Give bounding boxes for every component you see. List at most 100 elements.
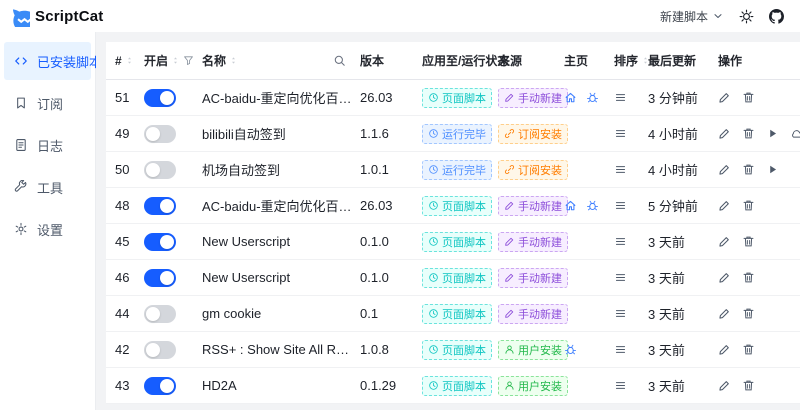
cloud-sync-button[interactable] <box>790 127 800 140</box>
search-icon[interactable] <box>333 54 346 67</box>
drag-handle-icon[interactable] <box>614 343 627 356</box>
source-badge[interactable]: 订阅安装 <box>498 159 568 180</box>
drag-handle-icon[interactable] <box>614 163 627 176</box>
source-badge[interactable]: 订阅安装 <box>498 123 568 144</box>
enable-toggle[interactable] <box>144 340 176 359</box>
column-header-name[interactable]: 名称 <box>198 52 356 69</box>
last-updated[interactable]: 3 天前 <box>644 340 714 359</box>
last-updated[interactable]: 5 分钟前 <box>644 196 714 215</box>
last-updated[interactable]: 3 分钟前 <box>644 88 714 107</box>
sidebar-item-subscriptions[interactable]: 订阅 <box>4 84 91 122</box>
enable-toggle[interactable] <box>144 124 176 143</box>
run-script-button[interactable] <box>766 127 779 140</box>
last-updated[interactable]: 3 天前 <box>644 304 714 323</box>
script-name[interactable]: bilibili自动签到 <box>202 124 286 143</box>
edit-script-button[interactable] <box>718 163 731 176</box>
column-header-enabled[interactable]: 开启 <box>140 52 198 69</box>
source-badge[interactable]: 用户安装 <box>498 339 568 360</box>
new-script-dropdown[interactable]: 新建脚本 <box>660 8 724 25</box>
source-badge[interactable]: 手动新建 <box>498 303 568 324</box>
status-badge[interactable]: 页面脚本 <box>422 267 492 288</box>
script-name[interactable]: HD2A <box>202 378 237 393</box>
last-updated[interactable]: 4 小时前 <box>644 124 714 143</box>
delete-script-button[interactable] <box>742 199 755 212</box>
homepage-links <box>560 343 610 356</box>
drag-handle-icon[interactable] <box>614 127 627 140</box>
last-updated[interactable]: 3 天前 <box>644 232 714 251</box>
column-header-sort[interactable]: 排序 <box>610 52 647 69</box>
status-badge[interactable]: 页面脚本 <box>422 195 492 216</box>
github-icon[interactable] <box>769 8 784 24</box>
bug-link-icon[interactable] <box>586 199 599 212</box>
drag-handle-icon[interactable] <box>614 271 627 284</box>
theme-sun-icon[interactable] <box>739 9 754 24</box>
trash-icon <box>742 235 755 248</box>
source-badge[interactable]: 手动新建 <box>498 267 568 288</box>
enable-toggle[interactable] <box>144 376 176 395</box>
delete-script-button[interactable] <box>742 379 755 392</box>
clock-icon <box>428 236 439 247</box>
run-script-button[interactable] <box>766 163 779 176</box>
delete-script-button[interactable] <box>742 271 755 284</box>
home-link-icon[interactable] <box>564 199 577 212</box>
drag-handle-icon[interactable] <box>614 199 627 212</box>
status-badge[interactable]: 页面脚本 <box>422 87 492 108</box>
sidebar-item-tools[interactable]: 工具 <box>4 168 91 206</box>
script-name[interactable]: New Userscript <box>202 270 290 285</box>
filter-funnel-icon[interactable] <box>183 55 194 66</box>
enable-toggle[interactable] <box>144 232 176 251</box>
enable-toggle[interactable] <box>144 88 176 107</box>
home-link-icon[interactable] <box>564 91 577 104</box>
enable-toggle[interactable] <box>144 160 176 179</box>
last-updated[interactable]: 4 小时前 <box>644 160 714 179</box>
edit-script-button[interactable] <box>718 199 731 212</box>
enable-toggle[interactable] <box>144 268 176 287</box>
script-name[interactable]: AC-baidu-重定向优化百度搜狗谷歌... <box>202 196 352 215</box>
sidebar-item-installed-scripts[interactable]: 已安装脚本 <box>4 42 102 80</box>
delete-script-button[interactable] <box>742 127 755 140</box>
edit-script-button[interactable] <box>718 127 731 140</box>
status-badge[interactable]: 页面脚本 <box>422 375 492 396</box>
enable-toggle[interactable] <box>144 304 176 323</box>
edit-script-button[interactable] <box>718 343 731 356</box>
delete-script-button[interactable] <box>742 343 755 356</box>
source-badge[interactable]: 手动新建 <box>498 195 568 216</box>
enable-toggle[interactable] <box>144 196 176 215</box>
script-name[interactable]: AC-baidu-重定向优化百度搜狗谷歌... <box>202 88 352 107</box>
trash-icon <box>742 199 755 212</box>
homepage-links <box>560 91 610 104</box>
edit-script-button[interactable] <box>718 91 731 104</box>
column-header-id[interactable]: # <box>106 54 140 68</box>
edit-script-button[interactable] <box>718 379 731 392</box>
status-badge[interactable]: 页面脚本 <box>422 231 492 252</box>
drag-handle-icon[interactable] <box>614 91 627 104</box>
sidebar-item-logs[interactable]: 日志 <box>4 126 91 164</box>
script-name[interactable]: RSS+ : Show Site All RSS <box>202 342 352 357</box>
drag-handle-icon[interactable] <box>614 307 627 320</box>
script-name[interactable]: New Userscript <box>202 234 290 249</box>
drag-handle-icon[interactable] <box>614 235 627 248</box>
edit-script-button[interactable] <box>718 271 731 284</box>
script-name[interactable]: gm cookie <box>202 306 261 321</box>
delete-script-button[interactable] <box>742 307 755 320</box>
bug-link-icon[interactable] <box>564 343 577 356</box>
delete-script-button[interactable] <box>742 91 755 104</box>
source-badge[interactable]: 手动新建 <box>498 231 568 252</box>
script-name[interactable]: 机场自动签到 <box>202 160 280 179</box>
sidebar-item-settings[interactable]: 设置 <box>4 210 91 248</box>
status-badge[interactable]: 运行完毕 <box>422 159 492 180</box>
source-badge[interactable]: 手动新建 <box>498 87 568 108</box>
pencil-icon <box>504 200 515 211</box>
last-updated[interactable]: 3 天前 <box>644 268 714 287</box>
delete-script-button[interactable] <box>742 235 755 248</box>
drag-handle-icon[interactable] <box>614 379 627 392</box>
edit-script-button[interactable] <box>718 307 731 320</box>
status-badge[interactable]: 页面脚本 <box>422 339 492 360</box>
status-badge[interactable]: 页面脚本 <box>422 303 492 324</box>
last-updated[interactable]: 3 天前 <box>644 376 714 395</box>
edit-script-button[interactable] <box>718 235 731 248</box>
delete-script-button[interactable] <box>742 163 755 176</box>
source-badge[interactable]: 用户安装 <box>498 375 568 396</box>
status-badge[interactable]: 运行完毕 <box>422 123 492 144</box>
bug-link-icon[interactable] <box>586 91 599 104</box>
